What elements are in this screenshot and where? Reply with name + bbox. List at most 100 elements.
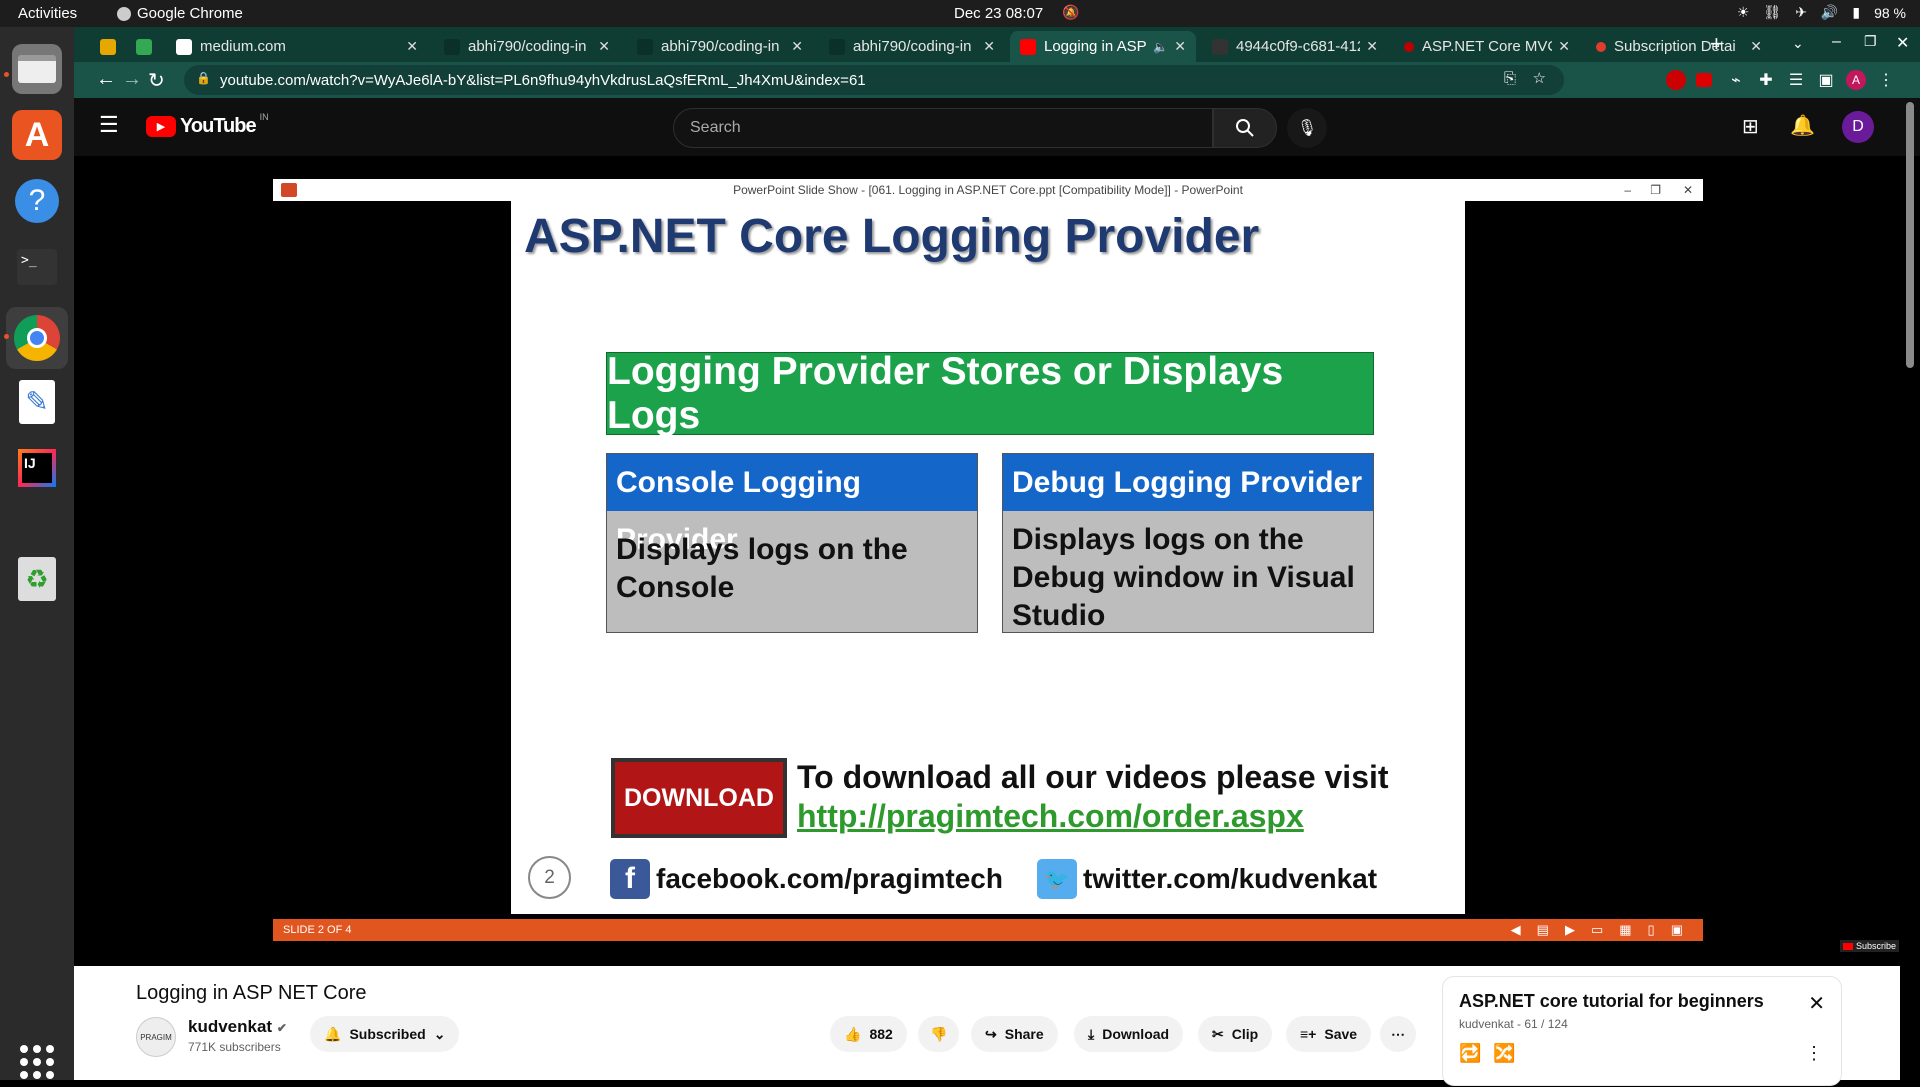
subscribe-watermark[interactable]: Subscribe — [1840, 940, 1900, 952]
create-video-icon[interactable]: ⊞ — [1742, 114, 1759, 139]
channel-name[interactable]: kudvenkat ✔ — [188, 1017, 287, 1037]
channel-avatar[interactable]: PRAGIM — [136, 1017, 176, 1057]
maximize-icon[interactable]: ❐ — [1864, 33, 1877, 50]
tab-favicon — [100, 38, 116, 55]
tab-favicon — [829, 38, 845, 55]
close-window-icon[interactable]: ✕ — [1896, 33, 1909, 53]
pp-restore-icon: ❐ — [1650, 183, 1661, 197]
help-icon[interactable]: ? — [12, 176, 62, 226]
tab-1[interactable] — [126, 31, 160, 62]
voice-search-button[interactable]: 🎙 — [1287, 108, 1327, 148]
search-input[interactable]: Search — [673, 108, 1213, 148]
subscribed-button[interactable]: 🔔 Subscribed ⌄ — [310, 1016, 460, 1052]
close-tab-icon[interactable]: ✕ — [592, 38, 610, 55]
trash-icon[interactable]: ♻ — [12, 554, 62, 604]
tab-search-icon[interactable]: ⌄ — [1792, 35, 1804, 52]
extension-icon[interactable] — [1666, 70, 1686, 90]
youtube-extension-icon[interactable] — [1696, 73, 1712, 87]
bookmark-star-icon[interactable]: ☆ — [1533, 69, 1546, 87]
loop-icon[interactable]: 🔁 — [1459, 1043, 1481, 1064]
close-tab-icon[interactable]: ✕ — [1744, 38, 1762, 55]
page-scrollbar[interactable] — [1906, 102, 1914, 368]
share-button[interactable]: ↪ Share — [971, 1016, 1058, 1052]
close-tab-icon[interactable]: ✕ — [1552, 38, 1570, 55]
video-title: Logging in ASP NET Core — [136, 982, 367, 1004]
side-panel-icon[interactable]: ▣ — [1816, 70, 1836, 90]
download-icon: ⤓ — [1088, 1025, 1095, 1042]
tab-favicon — [1404, 41, 1414, 52]
tab-favicon — [176, 38, 192, 55]
text-editor-icon[interactable]: ✎ — [12, 377, 62, 427]
youtube-logo[interactable]: ▶ YouTube IN — [146, 112, 269, 138]
clip-button[interactable]: ✂ Clip — [1198, 1016, 1273, 1052]
extension-icon[interactable]: ⌁ — [1726, 70, 1746, 90]
playlist-title[interactable]: ASP.NET core tutorial for beginners — [1459, 991, 1764, 1012]
save-button[interactable]: ≡+ Save — [1286, 1016, 1372, 1052]
tab-6-active[interactable]: Logging in ASP 🔈 ✕ — [1010, 31, 1196, 62]
card-body: Displays logs on the Debug window in Vis… — [1012, 523, 1355, 632]
reading-list-icon[interactable]: ☰ — [1786, 70, 1806, 90]
thumbs-down-icon: 👎 — [930, 1025, 948, 1042]
software-center-icon[interactable]: A — [12, 110, 62, 160]
dislike-button[interactable]: 👎 — [918, 1016, 960, 1052]
chevron-down-icon: ⌄ — [433, 1025, 446, 1042]
like-count: 882 — [869, 1026, 893, 1042]
tab-0[interactable] — [90, 31, 124, 62]
terminal-icon[interactable]: >_ — [12, 242, 62, 292]
address-bar[interactable]: 🔒 youtube.com/watch?v=WyAJe6lA-bY&list=P… — [184, 65, 1564, 95]
like-button[interactable]: 👍 882 — [830, 1016, 907, 1052]
share-icon[interactable]: ⎘ — [1504, 70, 1516, 87]
tab-3[interactable]: abhi790/coding-in ✕ — [434, 31, 620, 62]
toolbar: ← → ↻ 🔒 youtube.com/watch?v=WyAJe6lA-bY&… — [74, 62, 1920, 98]
files-icon[interactable] — [12, 44, 62, 94]
profile-avatar[interactable]: A — [1846, 70, 1866, 90]
clock[interactable]: Dec 23 08:07 — [954, 5, 1043, 22]
audio-playing-icon[interactable]: 🔈 — [1149, 40, 1168, 54]
video-player[interactable]: PowerPoint Slide Show - [061. Logging in… — [74, 156, 1900, 966]
more-icon: ⋯ — [1391, 1025, 1405, 1042]
shuffle-icon[interactable]: 🔀 — [1493, 1043, 1515, 1064]
new-tab-icon[interactable]: + — [1710, 31, 1723, 57]
search-button[interactable] — [1213, 108, 1277, 148]
minimize-icon[interactable]: – — [1832, 33, 1841, 51]
intellij-icon[interactable]: IJ — [12, 443, 62, 493]
extensions-puzzle-icon[interactable]: ✚ — [1756, 70, 1776, 90]
tab-favicon — [1596, 41, 1606, 52]
scissors-icon: ✂ — [1212, 1025, 1224, 1042]
reload-icon[interactable]: ↻ — [148, 68, 165, 93]
user-avatar[interactable]: D — [1842, 111, 1874, 143]
close-tab-icon[interactable]: ✕ — [785, 38, 803, 55]
close-tab-icon[interactable]: ✕ — [400, 38, 418, 55]
forward-icon[interactable]: → — [122, 68, 142, 91]
slide-sorter-icon: ▦ — [1619, 922, 1632, 937]
tab-favicon — [637, 38, 653, 55]
download-link: http://pragimtech.com/order.aspx — [797, 798, 1304, 834]
card-header: Debug Logging Provider — [1003, 454, 1373, 511]
more-actions-button[interactable]: ⋯ — [1380, 1016, 1416, 1052]
notifications-bell-icon[interactable]: 🔔 — [1790, 113, 1815, 138]
close-playlist-icon[interactable]: ✕ — [1808, 991, 1825, 1016]
system-tray[interactable]: ☀ ⛓ ✈ 🔊 ▮ 98 % — [1737, 4, 1906, 21]
close-tab-icon[interactable]: ✕ — [1360, 38, 1378, 55]
tab-8[interactable]: ASP.NET Core MVC ✕ — [1394, 31, 1580, 62]
app-menu[interactable]: Google Chrome — [117, 5, 243, 22]
download-button[interactable]: ⤓ Download — [1074, 1016, 1184, 1052]
tab-7[interactable]: 4944c0f9-c681-412 ✕ — [1202, 31, 1388, 62]
subscriber-count: 771K subscribers — [188, 1040, 281, 1054]
hamburger-menu-icon[interactable]: ☰ — [99, 112, 119, 138]
lock-icon: 🔒 — [196, 71, 211, 85]
tab-2[interactable]: medium.com ✕ — [166, 31, 428, 62]
tab-favicon — [1212, 38, 1228, 55]
back-icon[interactable]: ← — [96, 68, 116, 91]
share-icon: ↪ — [985, 1025, 997, 1042]
tab-4[interactable]: abhi790/coding-in ✕ — [627, 31, 813, 62]
activities-button[interactable]: Activities — [18, 5, 77, 22]
close-tab-icon[interactable]: ✕ — [977, 38, 995, 55]
chrome-dock-icon[interactable] — [6, 307, 68, 369]
playlist-menu-icon[interactable]: ⋮ — [1805, 1043, 1823, 1064]
tab-9[interactable]: Subscription Detai ✕ — [1586, 31, 1772, 62]
chrome-menu-icon[interactable]: ⋮ — [1876, 70, 1896, 90]
close-tab-icon[interactable]: ✕ — [1168, 38, 1186, 55]
facebook-icon: f — [610, 859, 650, 899]
tab-5[interactable]: abhi790/coding-in ✕ — [819, 31, 1005, 62]
